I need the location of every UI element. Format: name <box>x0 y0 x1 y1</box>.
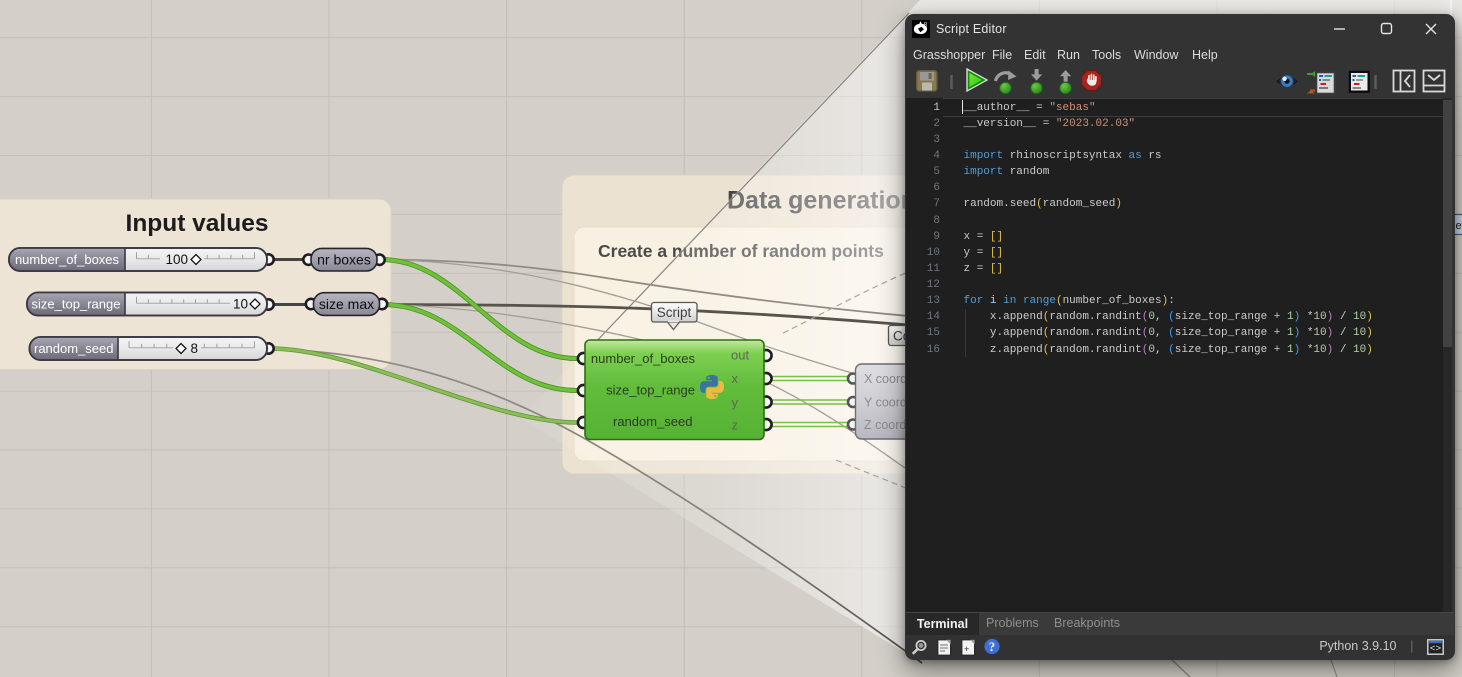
svg-text:et: et <box>1456 220 1462 232</box>
svg-text:Y coord: Y coord <box>864 396 907 410</box>
svg-text:y: y <box>732 395 739 410</box>
svg-text:10: 10 <box>233 297 248 312</box>
svg-text:100: 100 <box>165 252 188 267</box>
svg-text:number_of_boxes: number_of_boxes <box>591 351 696 366</box>
svg-text:Script: Script <box>657 305 692 320</box>
svg-text:random_seed: random_seed <box>613 414 693 429</box>
svg-text:8: 8 <box>191 341 199 356</box>
svg-text:Input values: Input values <box>126 210 269 237</box>
svg-text:<>: <> <box>1429 643 1441 654</box>
svg-text:+: + <box>964 645 969 655</box>
svg-text:size_top_range: size_top_range <box>32 297 121 312</box>
svg-text:random_seed: random_seed <box>34 341 114 356</box>
svg-text:size max: size max <box>319 296 374 312</box>
svg-text:Z coord: Z coord <box>864 418 906 432</box>
svg-text:size_top_range: size_top_range <box>606 383 695 398</box>
svg-text:nr boxes: nr boxes <box>317 252 371 268</box>
svg-text:z: z <box>732 418 739 433</box>
svg-text:x: x <box>732 371 739 386</box>
svg-text:number_of_boxes: number_of_boxes <box>15 252 120 267</box>
svg-text:?: ? <box>989 639 995 653</box>
svg-text:out: out <box>731 348 749 363</box>
svg-text:X coord: X coord <box>864 372 907 386</box>
